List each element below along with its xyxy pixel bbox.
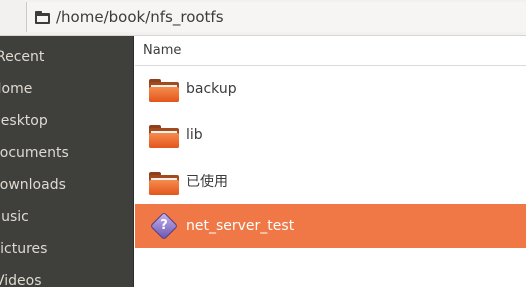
sidebar-item-label: Downloads (0, 177, 66, 193)
sidebar: Recent Home Desktop Documents Downloads … (0, 36, 134, 289)
sidebar-item-desktop[interactable]: Desktop (0, 105, 134, 137)
sidebar-item-label: Music (0, 209, 29, 225)
column-header-name[interactable]: Name (135, 36, 526, 66)
location-bar: /home/book/nfs_rootfs (0, 0, 526, 36)
folder-icon (35, 10, 50, 24)
sidebar-item-label: Desktop (0, 113, 48, 129)
sidebar-item-label: Documents (0, 145, 69, 161)
sidebar-item-label: Recent (0, 49, 45, 65)
folder-icon (149, 125, 179, 148)
file-name: lib (186, 127, 203, 143)
folder-icon (149, 172, 179, 195)
sidebar-item-documents[interactable]: Documents (0, 137, 134, 169)
file-list: Name backup lib 已使用 ? net_server_test (135, 36, 526, 287)
sidebar-item-music[interactable]: Music (0, 201, 134, 233)
sidebar-item-videos[interactable]: Videos (0, 265, 134, 297)
sidebar-item-label: Videos (0, 273, 42, 289)
file-row-lib[interactable]: lib (135, 113, 526, 157)
sidebar-item-label: Pictures (0, 241, 48, 257)
file-name: net_server_test (186, 218, 295, 234)
sidebar-item-home[interactable]: Home (0, 73, 134, 105)
column-header-label: Name (143, 43, 182, 58)
folder-icon (149, 79, 179, 102)
file-row-backup[interactable]: backup (135, 67, 526, 111)
sidebar-item-label: Home (0, 81, 33, 97)
file-row-net-server-test[interactable]: ? net_server_test (135, 204, 526, 248)
file-name: backup (186, 81, 237, 97)
sidebar-item-pictures[interactable]: Pictures (0, 233, 134, 265)
file-row-used[interactable]: 已使用 (135, 160, 526, 204)
path-button[interactable]: /home/book/nfs_rootfs (26, 2, 526, 32)
path-label: /home/book/nfs_rootfs (56, 8, 224, 26)
sidebar-item-recent[interactable]: Recent (0, 41, 134, 73)
file-name: 已使用 (186, 174, 228, 190)
sidebar-item-downloads[interactable]: Downloads (0, 169, 134, 201)
